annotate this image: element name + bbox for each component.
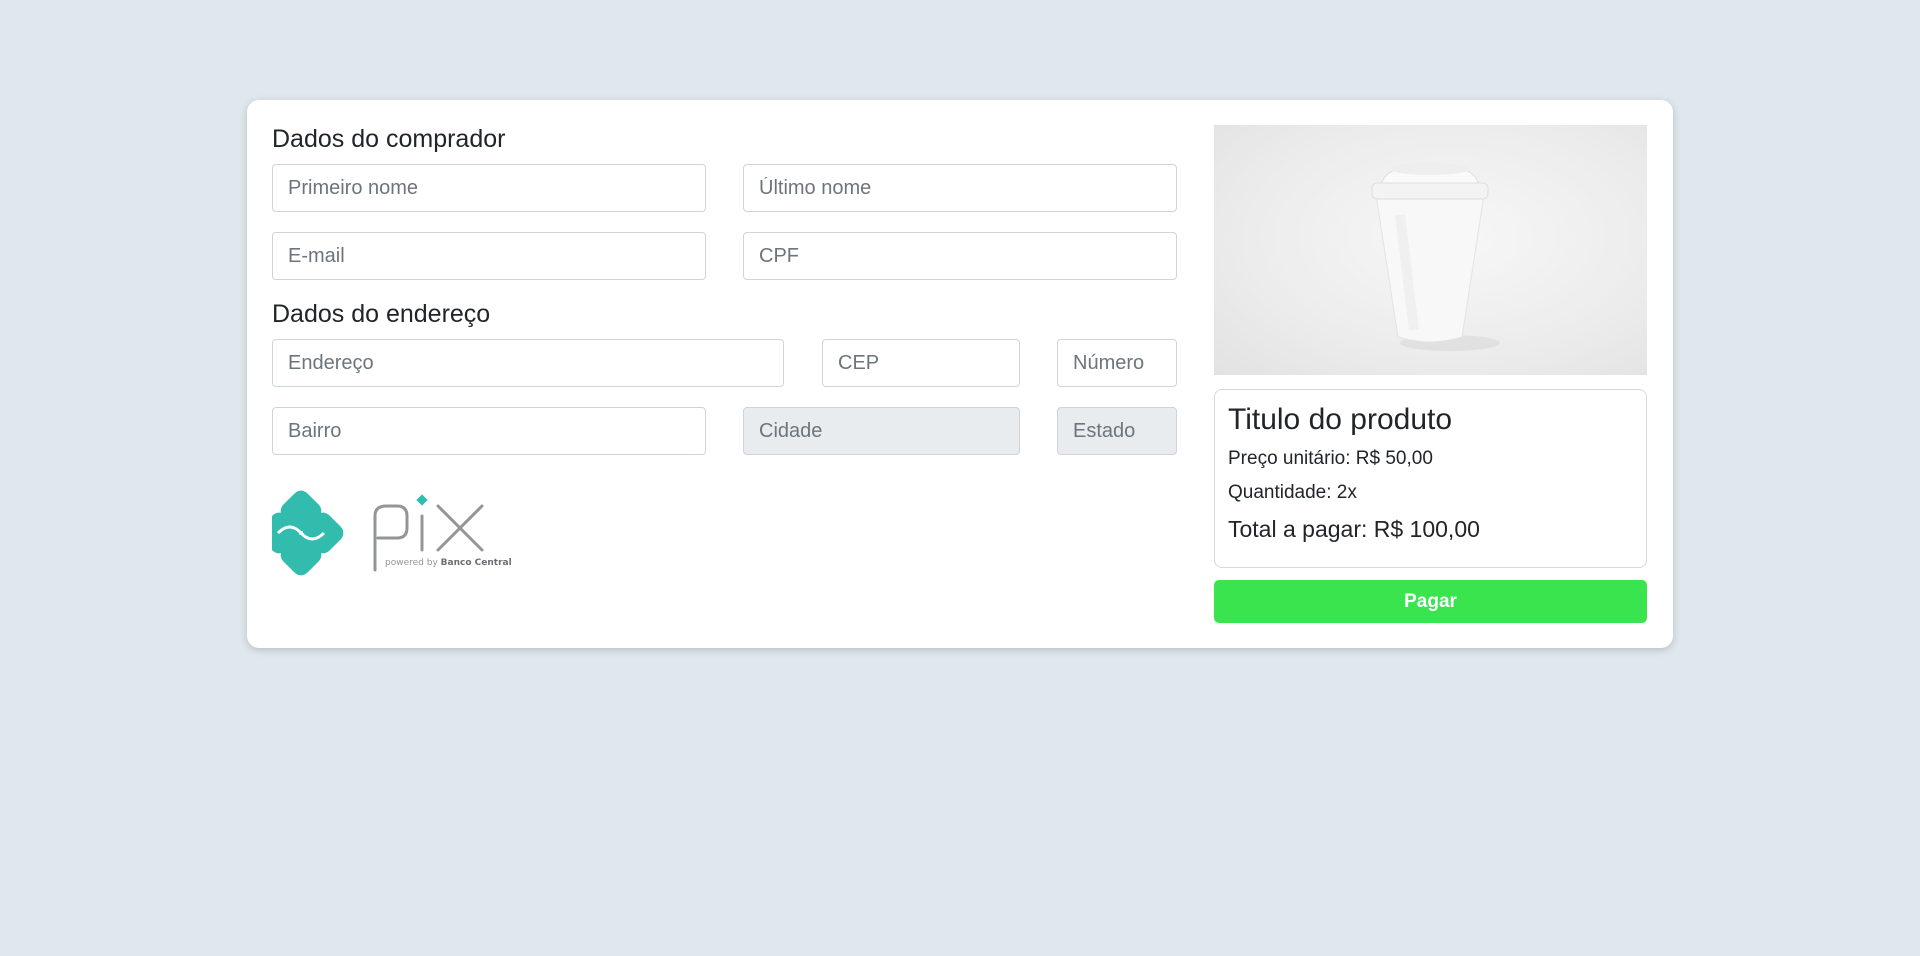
- first-name-input[interactable]: [272, 164, 706, 212]
- pay-button[interactable]: Pagar: [1214, 580, 1647, 623]
- neighborhood-input[interactable]: [272, 407, 706, 455]
- pix-tagline: powered by Banco Central: [385, 558, 512, 568]
- pix-mark-icon: [258, 490, 344, 576]
- unit-price: Preço unitário: R$ 50,00: [1228, 448, 1433, 469]
- number-input[interactable]: [1057, 339, 1177, 387]
- total-amount: Total a pagar: R$ 100,00: [1228, 516, 1480, 542]
- buyer-section-title: Dados do comprador: [272, 125, 506, 153]
- checkout-card: Dados do comprador Dados do endereço: [247, 100, 1673, 648]
- last-name-input[interactable]: [743, 164, 1177, 212]
- street-input[interactable]: [272, 339, 784, 387]
- quantity: Quantidade: 2x: [1228, 482, 1357, 503]
- product-image: [1214, 125, 1647, 375]
- state-input: [1057, 407, 1177, 455]
- product-title: Titulo do produto: [1228, 403, 1453, 436]
- city-input: [743, 407, 1020, 455]
- address-section-title: Dados do endereço: [272, 300, 491, 328]
- cpf-input[interactable]: [743, 232, 1177, 280]
- email-input[interactable]: [272, 232, 706, 280]
- pix-logo: powered by Banco Central: [258, 488, 527, 578]
- order-summary: Titulo do produto Preço unitário: R$ 50,…: [1214, 389, 1647, 568]
- cep-input[interactable]: [822, 339, 1020, 387]
